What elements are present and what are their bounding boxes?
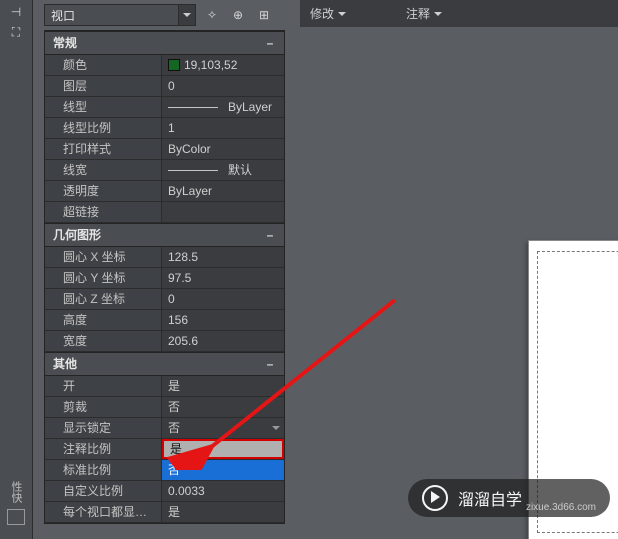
select-objects-icon[interactable]: ⊕ <box>228 5 248 25</box>
prop-display-locked[interactable]: 显示锁定 否 <box>45 418 284 439</box>
prop-standard-scale[interactable]: 标准比例 否 <box>45 460 284 481</box>
chevron-down-icon <box>338 12 346 20</box>
prop-center-z[interactable]: 圆心 Z 坐标 0 <box>45 289 284 310</box>
prop-center-y[interactable]: 圆心 Y 坐标 97.5 <box>45 268 284 289</box>
section-geometry-header[interactable]: 几何图形 – <box>45 223 284 247</box>
prop-per-viewport[interactable]: 每个视口都显… 是 <box>45 502 284 523</box>
prop-color[interactable]: 颜色 19,103,52 <box>45 55 284 76</box>
prop-ltscale[interactable]: 线型比例 1 <box>45 118 284 139</box>
prop-transparency[interactable]: 透明度 ByLayer <box>45 181 284 202</box>
prop-width[interactable]: 宽度 205.6 <box>45 331 284 352</box>
collapse-icon[interactable]: – <box>260 224 280 246</box>
prop-height[interactable]: 高度 156 <box>45 310 284 331</box>
prop-linetype[interactable]: 线型 ByLayer <box>45 97 284 118</box>
ribbon-annotate-panel[interactable]: 注释 <box>406 5 442 22</box>
app-root: ⊣ ⛶ 性快 视口 ✧ ⊕ ⊞ 修改 注释 常规 – 颜色 19,103, <box>0 0 618 539</box>
play-icon <box>422 485 448 511</box>
prop-clip[interactable]: 剪裁 否 <box>45 397 284 418</box>
chevron-down-icon <box>434 12 442 20</box>
prop-plotstyle[interactable]: 打印样式 ByColor <box>45 139 284 160</box>
object-type-label: 视口 <box>45 7 178 24</box>
color-swatch-icon <box>168 59 180 71</box>
expand-icon[interactable]: ⛶ <box>3 24 29 40</box>
lineweight-sample-icon <box>168 170 218 171</box>
linetype-sample-icon <box>168 107 218 108</box>
pushpin-icon[interactable]: ⊣ <box>3 4 29 20</box>
prop-annotation-scale[interactable]: 注释比例 是 <box>45 439 284 460</box>
prop-custom-scale[interactable]: 自定义比例 0.0033 <box>45 481 284 502</box>
ribbon-modify-panel[interactable]: 修改 <box>310 5 346 22</box>
prop-hyperlink[interactable]: 超链接 <box>45 202 284 223</box>
prop-lineweight[interactable]: 线宽 默认 <box>45 160 284 181</box>
dropdown-option-yes[interactable]: 是 <box>162 439 284 459</box>
prop-center-x[interactable]: 圆心 X 坐标 128.5 <box>45 247 284 268</box>
watermark-badge: 溜溜自学 zixue.3d66.com <box>408 479 610 517</box>
watermark-name: 溜溜自学 <box>458 486 522 510</box>
collapse-icon[interactable]: – <box>260 353 280 375</box>
palette-options-icon[interactable] <box>7 509 25 525</box>
properties-panel: 常规 – 颜色 19,103,52 图层 0 线型 ByLayer 线型比例 1… <box>44 30 285 524</box>
pickadd-icon[interactable]: ⊞ <box>254 5 274 25</box>
section-other-header[interactable]: 其他 – <box>45 352 284 376</box>
object-type-dropdown[interactable]: 视口 <box>44 4 196 26</box>
watermark-site: zixue.3d66.com <box>526 502 596 513</box>
collapse-icon[interactable]: – <box>260 32 280 54</box>
palette-title-vertical: 性快 <box>8 481 24 503</box>
dropdown-caret-icon <box>178 5 195 25</box>
properties-topbar: 视口 ✧ ⊕ ⊞ <box>44 4 274 26</box>
left-icon-strip: ⊣ ⛶ 性快 <box>0 0 33 539</box>
dropdown-option-no[interactable]: 否 <box>162 460 284 480</box>
section-general-header[interactable]: 常规 – <box>45 31 284 55</box>
ribbon-strip: 修改 注释 <box>300 0 618 28</box>
prop-layer[interactable]: 图层 0 <box>45 76 284 97</box>
quick-select-icon[interactable]: ✧ <box>202 5 222 25</box>
prop-on[interactable]: 开 是 <box>45 376 284 397</box>
